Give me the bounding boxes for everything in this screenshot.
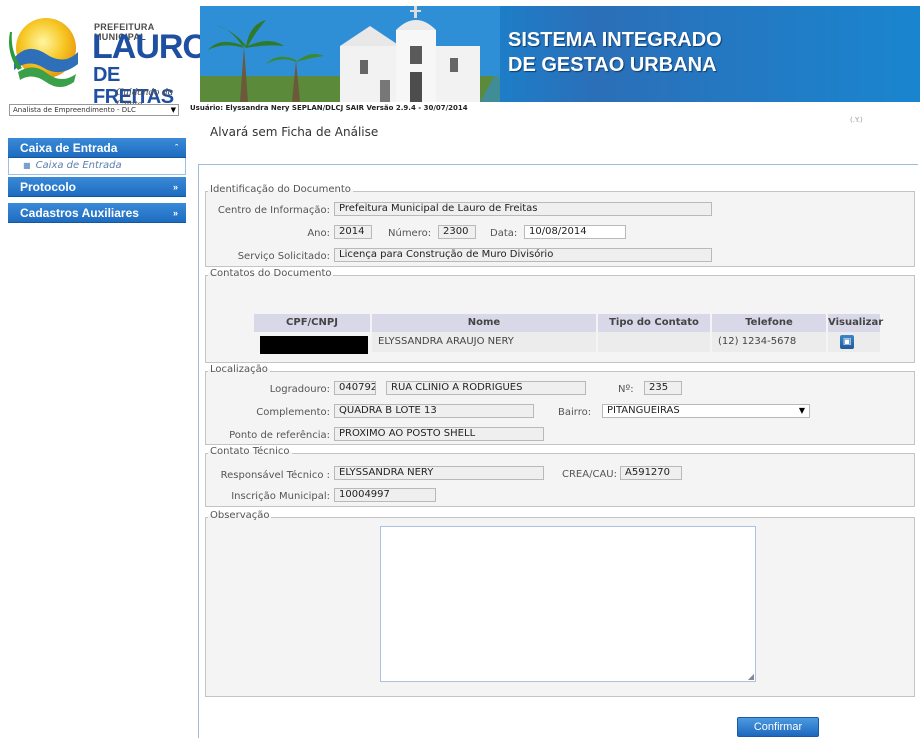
ano-field[interactable]: 2014 (334, 225, 372, 239)
logradouro-field[interactable]: RUA CLINIO A RODRIGUES (386, 381, 586, 395)
role-select-value: Analista de Empreendimento - DLC (13, 106, 136, 114)
logradouro-label: Logradouro: (269, 384, 330, 395)
bairro-select[interactable]: PITANGUEIRAS ▼ (602, 404, 810, 418)
double-chevron-down-icon: » (172, 208, 178, 218)
numero-field[interactable]: 2300 (438, 225, 476, 239)
view-contact-icon[interactable]: ▣ (840, 335, 854, 349)
corner-mark: (.Y.) (850, 116, 863, 124)
column-header-tipo: Tipo do Contato (598, 314, 710, 332)
identificacao-legend: Identificação do Documento (208, 184, 353, 195)
observacao-fieldset: Observação ◢ (205, 510, 915, 697)
column-header-telefone: Telefone (712, 314, 826, 332)
data-field[interactable]: 10/08/2014 (524, 225, 626, 239)
responsavel-label: Responsável Técnico : (220, 470, 330, 481)
referencia-field[interactable]: PROXIMO AO POSTO SHELL (334, 427, 544, 441)
sidebar: Caixa de Entrada ˆ ■ Caixa de Entrada Pro… (8, 138, 186, 223)
contatos-legend: Contatos do Documento (208, 268, 334, 279)
sidebar-menu-protocolo[interactable]: Protocolo » (8, 177, 186, 197)
column-header-cpf: CPF/CNPJ (254, 314, 370, 332)
sun-emblem-icon (9, 18, 78, 87)
contact-name-cell: ELYSSANDRA ARAUJO NERY (372, 332, 596, 352)
identificacao-fieldset: Identificação do Documento Centro de Inf… (205, 184, 915, 267)
resize-grip-icon[interactable]: ◢ (748, 672, 754, 681)
logradouro-code-field[interactable]: 040792 (334, 381, 376, 395)
double-chevron-down-icon: » (172, 182, 178, 192)
servico-field[interactable]: Licença para Construção de Muro Divisóri… (334, 248, 712, 262)
centro-label: Centro de Informação: (217, 205, 330, 216)
sidebar-menu-label: Cadastros Auxiliares (20, 206, 139, 220)
inscricao-field[interactable]: 10004997 (334, 488, 436, 502)
tecnico-fieldset: Contato Técnico Responsável Técnico : EL… (205, 446, 915, 507)
contact-phone-cell: (12) 1234-5678 (712, 332, 826, 352)
sidebar-menu-cadastros-auxiliares[interactable]: Cadastros Auxiliares » (8, 203, 186, 223)
redacted-cpf (260, 336, 368, 354)
chevron-down-icon: ▼ (798, 406, 805, 415)
inscricao-label: Inscrição Municipal: (231, 491, 330, 502)
contatos-fieldset: Contatos do Documento CPF/CNPJ Nome Tipo… (205, 268, 915, 363)
prefeitura-logo: PREFEITURA MUNICIPAL LAURO DE FREITAS Cu… (8, 6, 209, 110)
sidebar-menu-label: Caixa de Entrada (20, 141, 118, 155)
header-banner: SISTEMA INTEGRADO DE GESTAO URBANA (200, 6, 920, 102)
numero-endereco-field[interactable]: 235 (644, 381, 682, 395)
crea-field[interactable]: A591270 (620, 466, 682, 480)
chevron-down-icon: ▼ (170, 106, 176, 114)
chevron-up-icon: ˆ (175, 143, 178, 153)
contact-view-cell (828, 332, 880, 352)
sidebar-item-label: Caixa de Entrada (35, 160, 122, 171)
user-info: Usuário: Elyssandra Nery SEPLAN/DLCJ SAI… (190, 104, 468, 112)
contact-type-cell (598, 332, 710, 352)
ano-label: Ano: (307, 228, 330, 239)
sidebar-item-caixa-de-entrada[interactable]: ■ Caixa de Entrada (8, 158, 186, 175)
column-header-nome: Nome (372, 314, 596, 332)
crea-label: CREA/CAU: (562, 469, 617, 480)
observacao-legend: Observação (208, 510, 272, 521)
bairro-select-value: PITANGUEIRAS (607, 405, 680, 416)
column-header-visualizar: Visualizar (828, 314, 883, 332)
referencia-label: Ponto de referência: (229, 430, 330, 441)
responsavel-field[interactable]: ELYSSANDRA NERY (334, 466, 544, 480)
sidebar-menu-label: Protocolo (20, 180, 76, 194)
system-title-line1: SISTEMA INTEGRADO (508, 29, 722, 51)
complemento-label: Complemento: (256, 407, 330, 418)
confirm-button[interactable]: Confirmar (737, 717, 819, 737)
data-label: Data: (490, 228, 518, 239)
centro-field[interactable]: Prefeitura Municipal de Lauro de Freitas (334, 202, 712, 216)
lauro-wordmark: LAURO (92, 28, 209, 66)
servico-label: Serviço Solicitado: (237, 251, 330, 262)
numero-label: Número: (388, 228, 432, 239)
sidebar-menu-caixa-de-entrada[interactable]: Caixa de Entrada ˆ (8, 138, 186, 158)
numero-endereco-label: Nº: (618, 384, 634, 395)
observacao-textarea[interactable]: ◢ (380, 526, 756, 682)
main-panel: Identificação do Documento Centro de Inf… (198, 164, 918, 738)
system-title: SISTEMA INTEGRADO DE GESTAO URBANA (508, 28, 722, 78)
localizacao-legend: Localização (208, 364, 270, 375)
bullet-icon: ■ (23, 161, 31, 170)
complemento-field[interactable]: QUADRA B LOTE 13 (334, 404, 534, 418)
bairro-label: Bairro: (558, 407, 592, 418)
tecnico-legend: Contato Técnico (208, 446, 292, 457)
localizacao-fieldset: Localização Logradouro: 040792 RUA CLINI… (205, 364, 915, 445)
page-title: Alvará sem Ficha de Análise (210, 125, 379, 139)
system-title-line2: DE GESTAO URBANA (508, 54, 717, 76)
role-select[interactable]: Analista de Empreendimento - DLC ▼ (9, 104, 179, 116)
